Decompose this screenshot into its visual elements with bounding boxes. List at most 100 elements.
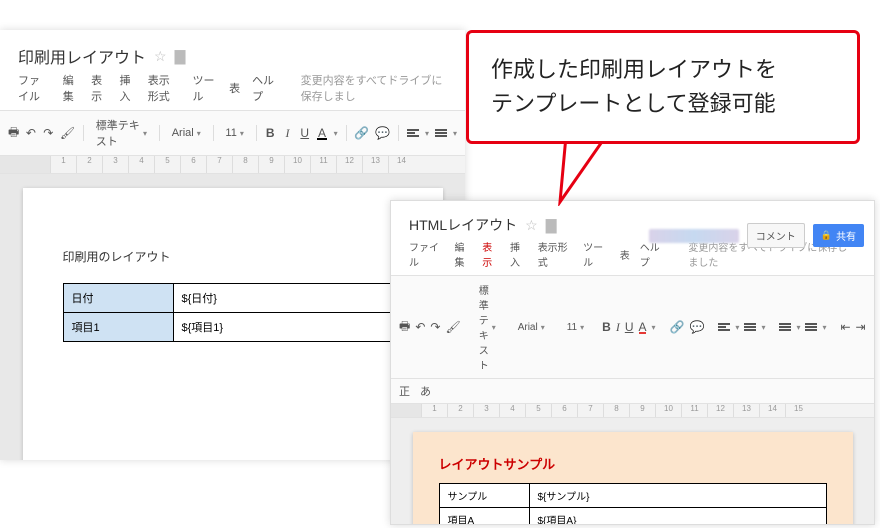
cell-key[interactable]: 日付 [63,284,173,313]
redo-icon[interactable]: ↷ [43,125,54,141]
text-color-button[interactable]: A [316,125,327,141]
chevron-down-icon[interactable]: ▾ [425,129,429,138]
link-icon[interactable]: 🔗 [354,125,369,141]
ruler-tick: 7 [206,156,232,173]
style-dropdown[interactable]: 標準テキスト ▾ [92,115,151,151]
fontsize-dropdown[interactable]: 11 ▾ [563,320,588,335]
ruler[interactable]: 1 2 3 4 5 6 7 8 9 10 11 12 13 14 15 [391,404,874,418]
document-title[interactable]: HTMLレイアウト [409,215,517,235]
chevron-down-icon[interactable]: ▾ [761,323,765,332]
cell-value[interactable]: ${項目A} [529,508,826,525]
menu-insert[interactable]: 挿入 [510,239,528,269]
align-left-icon[interactable] [407,125,419,141]
fontsize-dropdown[interactable]: 11 ▾ [221,125,247,141]
menu-insert[interactable]: 挿入 [119,72,135,104]
comment-icon[interactable]: 💬 [375,125,390,141]
cell-value[interactable]: ${サンプル} [529,484,826,508]
ruler-ticks: 1 2 3 4 5 6 7 8 9 10 11 12 13 14 15 [421,404,874,417]
align-left-icon[interactable] [718,319,730,335]
page-heading[interactable]: 印刷用のレイアウト [63,248,403,265]
chevron-down-icon[interactable]: ▾ [453,129,457,138]
line-spacing-icon[interactable] [744,319,756,335]
ruler-tick: 1 [421,404,447,417]
outdent-icon[interactable]: ⇤ [840,319,850,335]
undo-icon[interactable]: ↶ [415,319,425,335]
paint-format-icon[interactable]: 🖌 [60,125,75,141]
chevron-down-icon: ▾ [197,129,201,138]
ruler-tick: 9 [258,156,284,173]
ruler-tick: 15 [785,404,811,417]
menu-help[interactable]: ヘルプ [252,72,277,104]
bulleted-list-icon[interactable] [805,319,817,335]
text-color-button[interactable]: A [638,319,646,335]
undo-icon[interactable]: ↶ [25,125,36,141]
chevron-down-icon[interactable]: ▾ [822,323,826,332]
cell-value[interactable]: ${項目1} [173,313,402,342]
cell-key[interactable]: 項目A [439,508,529,525]
underline-button[interactable]: U [625,319,634,335]
layout-table[interactable]: 日付 ${日付} 項目1 ${項目1} [63,283,403,342]
separator [256,125,257,141]
style-dropdown[interactable]: 標準テキスト ▾ [475,280,500,374]
document-page[interactable]: 印刷用のレイアウト 日付 ${日付} 項目1 ${項目1} [23,188,443,460]
page-area[interactable]: レイアウトサンプル サンプル ${サンプル} 項目A ${項目A} 1 ${項目… [391,418,874,524]
menu-tools[interactable]: ツール [193,72,218,104]
folder-icon[interactable]: ▇ [546,217,557,234]
callout-box: 作成した印刷用レイアウトを テンプレートとして登録可能 [466,30,860,144]
bold-button[interactable]: B [265,125,276,141]
line-spacing-icon[interactable] [435,125,447,141]
italic-button[interactable]: I [616,319,620,335]
cell-value[interactable]: ${日付} [173,284,402,313]
folder-icon[interactable]: ▇ [175,48,186,65]
font-dropdown[interactable]: Arial ▾ [168,125,205,141]
document-title[interactable]: 印刷用レイアウト [18,44,146,68]
menu-file[interactable]: ファイル [18,72,51,104]
ime-mode-b[interactable]: あ [420,383,431,399]
comment-icon[interactable]: 💬 [689,319,704,335]
cell-key[interactable]: 項目1 [63,313,173,342]
chevron-down-icon[interactable]: ▾ [652,323,656,332]
ruler-tick: 14 [388,156,414,173]
menu-tools[interactable]: ツール [583,239,610,269]
chevron-down-icon[interactable]: ▾ [735,323,739,332]
menu-format[interactable]: 表示形式 [148,72,181,104]
toolbar: 🖶 ↶ ↷ 🖌 標準テキスト ▾ Arial ▾ 11 ▾ B I U A ▾ … [391,275,874,379]
font-dropdown[interactable]: Arial ▾ [514,320,549,335]
chevron-down-icon: ▾ [143,129,147,138]
ruler-tick: 6 [180,156,206,173]
paint-format-icon[interactable]: 🖌 [445,319,460,335]
share-button[interactable]: 🔒 共有 [813,224,864,247]
print-icon[interactable]: 🖶 [8,125,19,141]
chevron-down-icon[interactable]: ▾ [334,129,338,138]
font-label: Arial [518,322,538,333]
chevron-down-icon[interactable]: ▾ [796,323,800,332]
redo-icon[interactable]: ↷ [430,319,440,335]
menu-edit[interactable]: 編集 [454,239,472,269]
ime-mode-a[interactable]: 正 [399,383,410,399]
document-page[interactable]: レイアウトサンプル サンプル ${サンプル} 項目A ${項目A} 1 ${項目… [413,432,853,524]
menu-format[interactable]: 表示形式 [538,239,573,269]
underline-button[interactable]: U [299,125,310,141]
user-account-blurred[interactable] [649,229,739,243]
menu-edit[interactable]: 編集 [63,72,79,104]
menu-view[interactable]: 表示 [482,239,500,269]
numbered-list-icon[interactable] [779,319,791,335]
page-heading[interactable]: レイアウトサンプル [439,454,827,473]
star-icon[interactable]: ☆ [525,217,538,234]
ruler[interactable]: 1 2 3 4 5 6 7 8 9 10 11 12 13 14 [0,156,465,174]
italic-button[interactable]: I [282,125,293,141]
cell-key[interactable]: サンプル [439,484,529,508]
menu-table[interactable]: 表 [229,80,240,96]
link-icon[interactable]: 🔗 [670,319,685,335]
comment-button[interactable]: コメント [747,223,805,248]
ruler-tick: 5 [525,404,551,417]
layout-table-a[interactable]: サンプル ${サンプル} 項目A ${項目A} [439,483,827,524]
menu-view[interactable]: 表示 [91,72,107,104]
bold-button[interactable]: B [602,319,611,335]
ruler-tick: 12 [707,404,733,417]
print-icon[interactable]: 🖶 [399,319,410,335]
star-icon[interactable]: ☆ [154,48,167,65]
menu-table[interactable]: 表 [620,247,630,262]
menu-file[interactable]: ファイル [409,239,444,269]
indent-icon[interactable]: ⇥ [856,319,866,335]
